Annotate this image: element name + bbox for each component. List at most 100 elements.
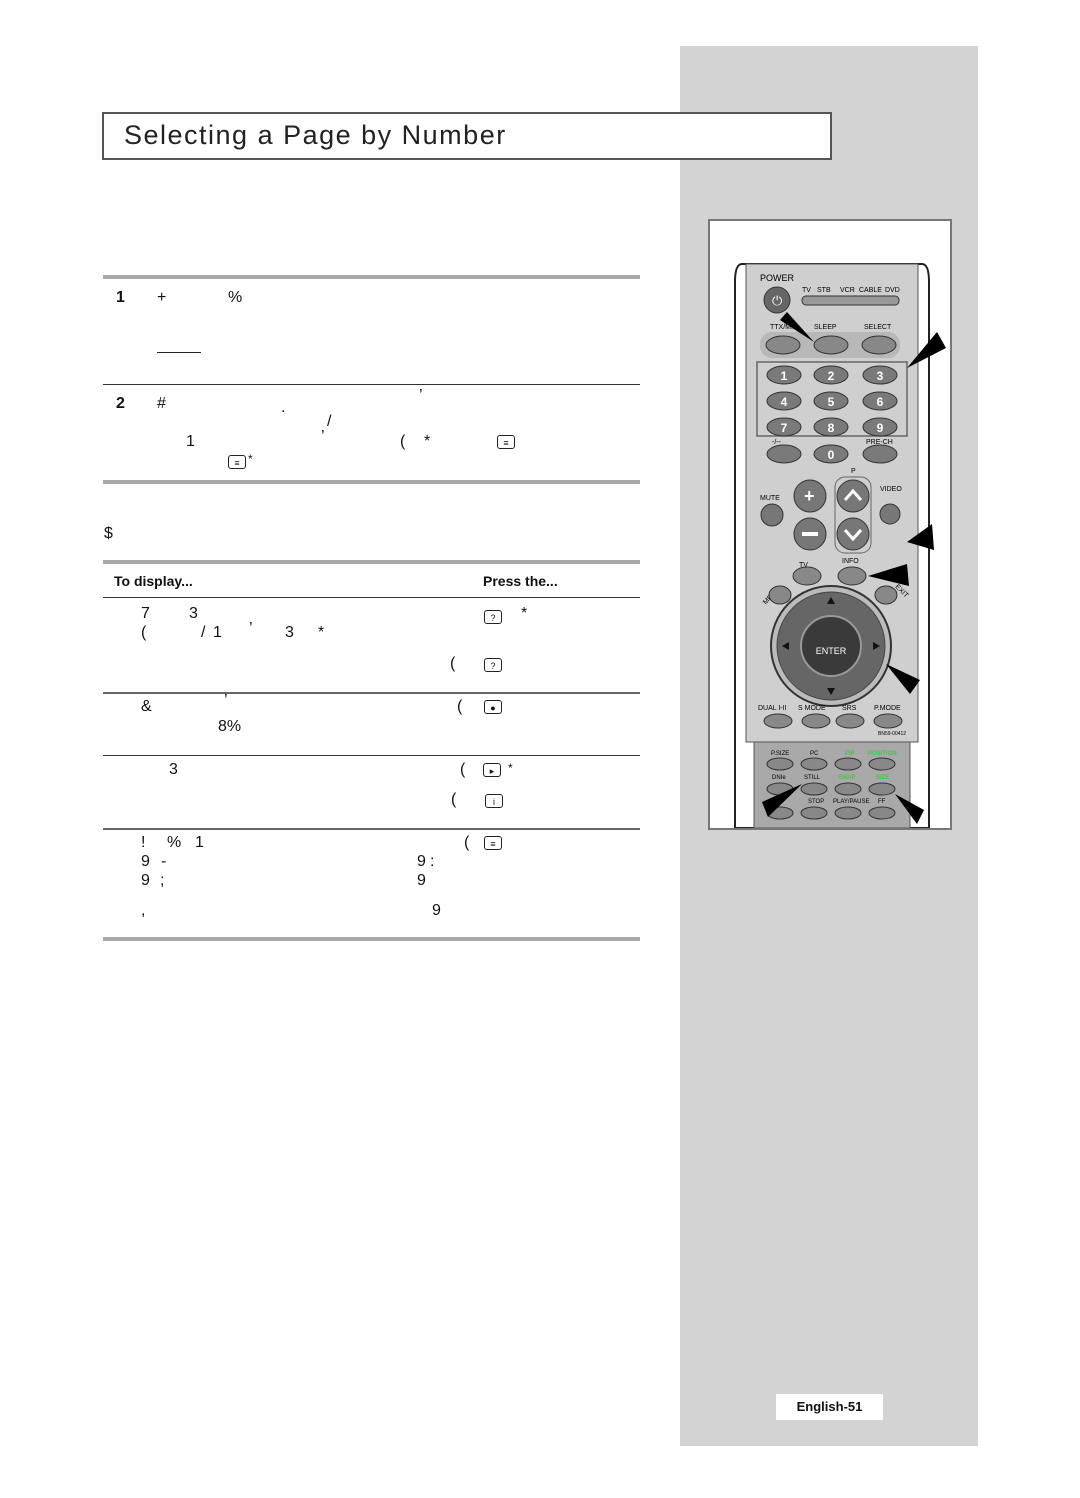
- enter-label: ENTER: [816, 646, 847, 656]
- divider: [103, 597, 640, 598]
- channel-down-button: [836, 517, 870, 551]
- page-number: English-51: [776, 1394, 883, 1420]
- step-text: /: [327, 413, 332, 430]
- prech-label: PRE-CH: [866, 439, 893, 446]
- cell-text: (: [141, 624, 147, 641]
- number-button-1: 1: [781, 369, 788, 383]
- cell-text: 3: [285, 624, 294, 641]
- sleep-label: SLEEP: [814, 324, 837, 331]
- cell-text: *: [318, 624, 325, 641]
- step-text: +: [157, 289, 167, 306]
- cell-text: ;: [160, 872, 165, 889]
- step-text: 1: [186, 433, 195, 450]
- video-button: [879, 503, 901, 525]
- cell-text: ’: [249, 620, 253, 637]
- number-button-8: 8: [828, 421, 835, 435]
- step-text: ’: [419, 387, 423, 404]
- cell-text: :: [430, 853, 435, 870]
- ff-label: FF: [878, 799, 886, 805]
- hold-icon: ▸: [483, 763, 501, 777]
- cell-text: (: [451, 791, 457, 808]
- remote-control: POWER ⏻ TV STB VCR CABLE DVD TTX/MIX SLE…: [734, 263, 946, 828]
- cell-text: (: [464, 834, 470, 851]
- cell-text: &: [141, 698, 152, 715]
- cell-text: 1: [195, 834, 204, 851]
- pmode-label: P.MODE: [874, 705, 901, 712]
- minus-icon: [802, 532, 818, 536]
- cell-text: *: [508, 761, 513, 775]
- cell-text: ’: [224, 692, 228, 709]
- cell-text: !: [141, 834, 146, 851]
- still-label: STILL: [804, 775, 821, 781]
- psize-label: P.SIZE: [771, 751, 789, 757]
- sleep-button: [813, 335, 849, 355]
- dash-label: -/--: [772, 439, 782, 446]
- source-label: CABLE: [859, 287, 882, 294]
- step-text: .: [281, 399, 286, 416]
- info-button: [837, 566, 867, 586]
- source-label: VCR: [840, 287, 855, 294]
- mute-button: [760, 503, 784, 527]
- divider: [103, 692, 640, 694]
- mix-icon: ●: [484, 700, 502, 714]
- number-button-7: 7: [781, 421, 788, 435]
- divider: [103, 828, 640, 830]
- number-button-9: 9: [877, 421, 884, 435]
- step-number: 1: [116, 289, 125, 306]
- index-icon: i: [485, 794, 503, 808]
- cell-text: (: [457, 698, 463, 715]
- step-text: ’: [321, 428, 325, 445]
- pc-label: PC: [810, 751, 819, 757]
- title-box: Selecting a Page by Number: [102, 112, 832, 160]
- cell-text: 9: [417, 853, 426, 870]
- channel-up-button: [836, 479, 870, 513]
- cell-text: *: [521, 605, 528, 622]
- table-header-display: To display...: [114, 573, 193, 589]
- exit-button: [874, 585, 898, 605]
- source-label: STB: [817, 287, 831, 294]
- page-title: Selecting a Page by Number: [124, 120, 507, 150]
- reveal-icon: ?: [484, 658, 502, 672]
- table-header-press: Press the...: [483, 573, 558, 589]
- reveal-icon: ?: [484, 610, 502, 624]
- cell-text: 9: [141, 872, 150, 889]
- note-text: $: [104, 525, 113, 542]
- power-icon: ⏻: [772, 293, 782, 308]
- mute-label: MUTE: [760, 495, 780, 502]
- step-text: (: [400, 433, 406, 450]
- step-text: *: [424, 433, 431, 450]
- smode-label: S MODE: [798, 705, 826, 712]
- number-button-2: 2: [828, 369, 835, 383]
- cell-text: 3: [189, 605, 198, 622]
- divider: [103, 275, 640, 279]
- number-button-0: 0: [828, 448, 835, 462]
- cell-text: 8%: [218, 718, 242, 735]
- power-label: POWER: [760, 273, 795, 283]
- cell-text: 9: [432, 902, 441, 919]
- playpause-label: PLAY/PAUSE: [833, 799, 869, 805]
- step-text: %: [228, 289, 243, 306]
- cell-text: 9: [417, 872, 426, 889]
- select-button: [861, 335, 897, 355]
- number-button-4: 4: [781, 395, 788, 409]
- step-text: #: [157, 395, 166, 412]
- size-label: SIZE: [876, 775, 889, 781]
- number-button-6: 6: [877, 395, 884, 409]
- srs-label: SRS: [842, 705, 857, 712]
- plus-icon: +: [804, 486, 815, 506]
- step-text: *: [248, 452, 253, 466]
- cell-text: (: [460, 761, 466, 778]
- source-label: TV: [802, 287, 811, 294]
- teletext-size-icon: ≡: [497, 435, 515, 449]
- stop-label: STOP: [808, 799, 824, 805]
- dual-label: DUAL I-II: [758, 705, 787, 712]
- pip-label: PIP: [845, 751, 855, 757]
- underline: [157, 352, 201, 353]
- cell-text: -: [161, 853, 167, 870]
- model-number: BN59-00412: [878, 731, 906, 737]
- video-label: VIDEO: [880, 486, 902, 493]
- menu-button: [768, 585, 792, 605]
- cell-text: /: [201, 624, 206, 641]
- remote-illustration: POWER ⏻ TV STB VCR CABLE DVD TTX/MIX SLE…: [708, 219, 952, 830]
- cell-text: 9: [141, 853, 150, 870]
